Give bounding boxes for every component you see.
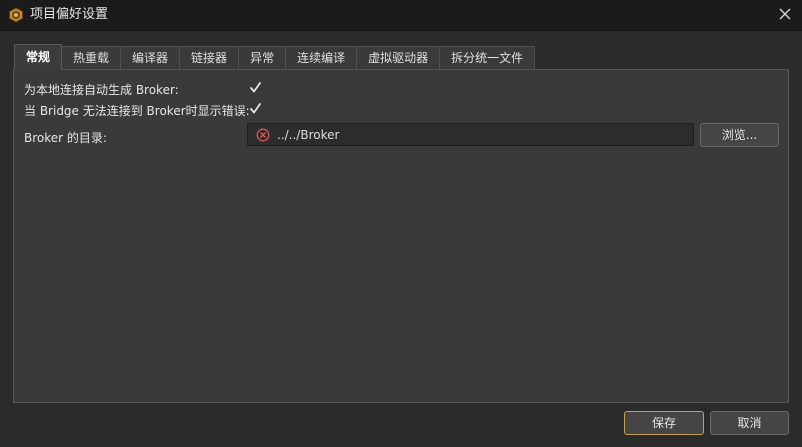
tab-continuous-compilation[interactable]: 连续编译 (286, 46, 358, 69)
window-title: 项目偏好设置 (30, 7, 109, 22)
error-circle-icon (256, 128, 270, 142)
checkmark-icon (250, 103, 261, 114)
tab-general[interactable]: 常规 (14, 44, 63, 70)
show-error-checkbox[interactable] (249, 102, 262, 115)
broker-dir-field[interactable]: ../../Broker (247, 123, 694, 146)
browse-button[interactable]: 浏览... (700, 123, 779, 147)
save-button[interactable]: 保存 (624, 411, 704, 435)
app-logo-icon (8, 7, 24, 23)
tab-exceptions[interactable]: 异常 (239, 46, 287, 69)
close-icon (779, 8, 791, 23)
auto-generate-broker-label: 为本地连接自动生成 Broker: (24, 83, 179, 97)
show-error-label: 当 Bridge 无法连接到 Broker时显示错误: (24, 104, 250, 118)
tab-compiler[interactable]: 编译器 (121, 46, 181, 69)
tab-bar: 常规 热重载 编译器 链接器 异常 连续编译 虚拟驱动器 拆分统一文件 (14, 44, 536, 70)
tab-virtual-drive[interactable]: 虚拟驱动器 (357, 46, 441, 69)
tab-unity-splitting[interactable]: 拆分统一文件 (440, 46, 536, 69)
checkmark-icon (250, 82, 261, 93)
cancel-button[interactable]: 取消 (710, 411, 789, 435)
broker-dir-label: Broker 的目录: (24, 131, 107, 145)
broker-dir-value: ../../Broker (277, 128, 340, 142)
tab-hot-reload[interactable]: 热重载 (62, 46, 122, 69)
title-bar: 项目偏好设置 (0, 0, 802, 31)
tab-linker[interactable]: 链接器 (180, 46, 240, 69)
close-button[interactable] (774, 4, 796, 26)
general-settings-panel: 为本地连接自动生成 Broker: 当 Bridge 无法连接到 Broker时… (13, 69, 789, 403)
auto-generate-broker-checkbox[interactable] (249, 81, 262, 94)
